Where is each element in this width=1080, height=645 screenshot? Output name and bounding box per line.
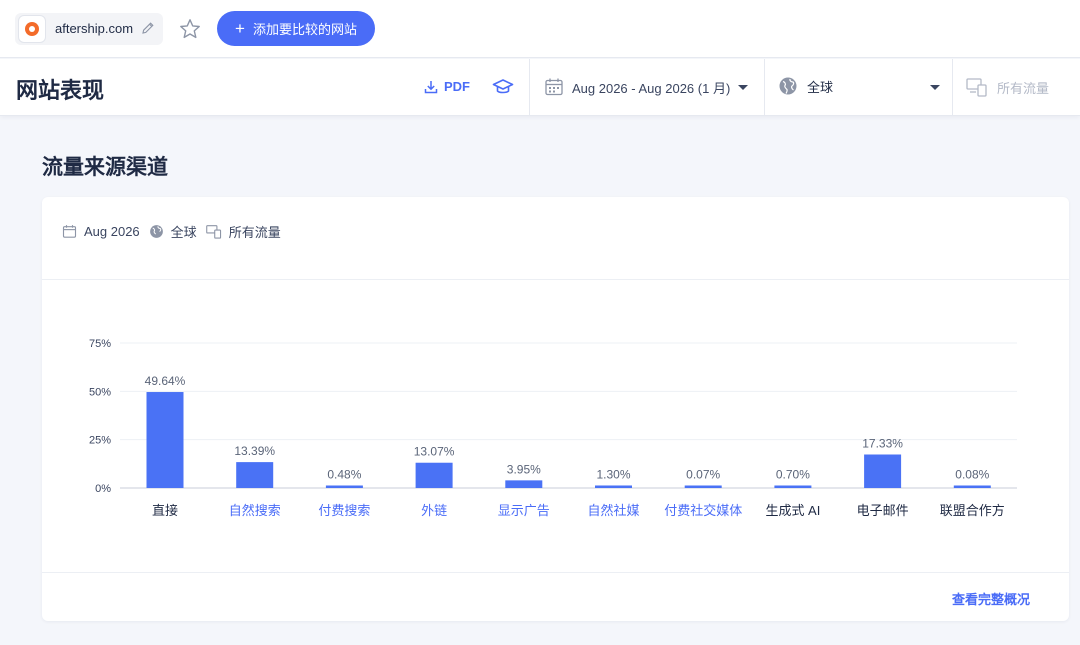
date-range-value: Aug 2026 - Aug 2026 (1 月) [572,80,731,96]
chevron-down-icon[interactable] [930,85,940,90]
category-label: 联盟合作方 [940,503,1005,518]
bar-value-label: 3.95% [507,462,541,476]
category-label: 直接 [152,503,178,518]
page-header: 网站表现 PDF Aug 2026 - Aug 2026 (1 月) 全球 所有… [0,59,1080,116]
bar[interactable] [325,485,363,489]
card-divider [42,572,1069,573]
y-tick-label: 75% [89,338,111,350]
section-title: 流量来源渠道 [42,156,168,179]
category-label[interactable]: 自然搜索 [229,503,281,518]
site-logo-icon [18,15,46,43]
y-tick-label: 0% [95,483,111,495]
star-icon[interactable] [178,17,202,41]
bar-value-label: 17.33% [862,436,903,450]
traffic-channels-card: Aug 2026 全球 所有流量 0% 25% 50% 75% 49.64% 直接 13.3… [42,197,1069,621]
page-title: 网站表现 [16,78,105,103]
traffic-type-value: 所有流量 [997,80,1050,96]
date-range-dropdown[interactable]: Aug 2026 - Aug 2026 (1 月) [544,77,749,97]
traffic-channels-chart: 0% 25% 50% 75% 49.64% 直接 13.39% 自然搜索 0.48% 付费搜索 13… [89,338,1017,518]
bar[interactable] [684,485,722,489]
header-separator [952,59,953,116]
y-tick-label: 50% [89,386,111,398]
bar[interactable] [774,485,812,489]
domain-name: aftership.com [55,21,134,36]
chevron-down-icon [738,84,749,90]
calendar-icon [545,78,563,96]
globe-icon [779,77,797,95]
plus-icon: + [235,19,245,38]
category-label: 生成式 AI [765,503,820,518]
category-label[interactable]: 自然社媒 [587,503,639,518]
bar-value-label: 0.08% [955,468,989,482]
header-separator [529,59,530,116]
bar-value-label: 13.39% [234,444,275,458]
top-bar: aftership.com + 添加要比较的网站 [0,0,1080,58]
bar[interactable] [595,485,632,488]
region-dropdown[interactable]: 全球 [778,76,833,96]
category-label[interactable]: 外链 [421,503,447,518]
bar[interactable] [953,485,991,489]
bar[interactable] [236,462,274,488]
bar-value-label: 1.30% [596,467,630,481]
pencil-icon[interactable] [141,21,155,35]
graduation-cap-icon[interactable] [492,76,514,98]
bar[interactable] [864,454,902,488]
bar-value-label: 0.70% [776,468,810,482]
pdf-label: PDF [444,79,470,94]
view-full-overview-link[interactable]: 查看完整概况 [952,589,1030,608]
bar-value-label: 49.64% [145,374,186,388]
bar-value-label: 13.07% [414,445,455,459]
download-icon [424,80,438,93]
category-label[interactable]: 显示广告 [498,503,550,518]
add-compare-site-label: 添加要比较的网站 [252,22,357,37]
bar[interactable] [415,462,453,488]
category-label: 电子邮件 [857,503,909,518]
category-label[interactable]: 付费搜索 [318,503,370,518]
add-compare-site-button[interactable]: + 添加要比较的网站 [217,11,375,46]
pdf-export-button[interactable]: PDF [424,79,470,94]
y-tick-label: 25% [89,435,111,447]
devices-icon [966,78,987,97]
traffic-type-dropdown[interactable]: 所有流量 [966,77,1049,97]
bar[interactable] [146,392,184,488]
bar-value-label: 0.48% [327,468,361,482]
region-value: 全球 [807,79,834,95]
domain-chip[interactable]: aftership.com [15,13,163,45]
header-separator [764,59,765,116]
bar-value-label: 0.07% [686,468,720,482]
category-label[interactable]: 付费社交媒体 [664,503,742,518]
bar[interactable] [505,480,543,488]
